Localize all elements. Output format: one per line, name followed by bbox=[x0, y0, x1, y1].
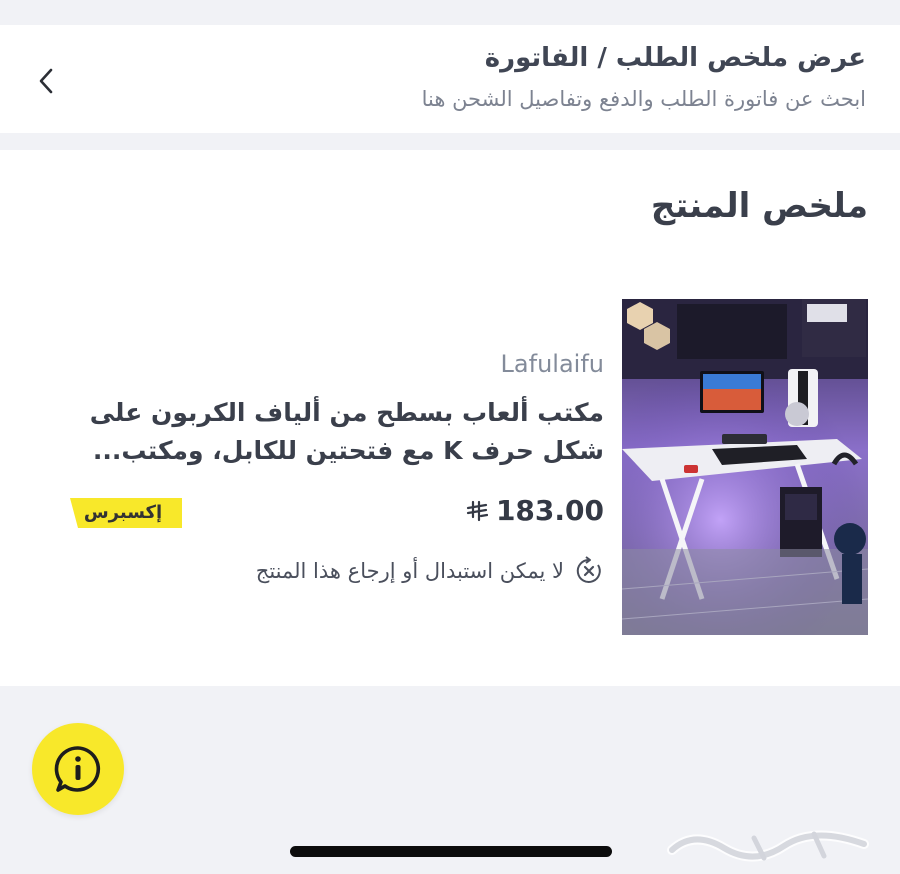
back-button[interactable] bbox=[28, 63, 64, 99]
product-brand[interactable]: Lafulaifu bbox=[501, 350, 604, 378]
express-badge-label: إكسبرس bbox=[83, 502, 163, 523]
help-button[interactable] bbox=[32, 723, 124, 815]
watermark-logo bbox=[667, 830, 869, 862]
home-indicator bbox=[290, 846, 612, 857]
riyal-symbol-icon bbox=[466, 500, 488, 521]
product-summary-section: ملخص المنتج Lafulaifu مكتب ألعاب بسطح من… bbox=[0, 150, 900, 686]
no-return-icon bbox=[576, 556, 601, 583]
header: عرض ملخص الطلب / الفاتورة ابحث عن فاتورة… bbox=[0, 25, 900, 133]
express-badge: إكسبرس bbox=[64, 498, 182, 528]
product-price: 183.00 bbox=[495, 494, 604, 527]
chevron-left-icon bbox=[39, 68, 53, 94]
section-title: ملخص المنتج bbox=[650, 186, 868, 226]
return-policy-text: لا يمكن استبدال أو إرجاع هذا المنتج bbox=[255, 559, 564, 583]
price-row: 183.00 bbox=[466, 494, 604, 527]
product-image[interactable] bbox=[622, 299, 868, 635]
product-name[interactable]: مكتب ألعاب بسطح من ألياف الكربون على شكل… bbox=[44, 394, 604, 470]
info-chat-icon bbox=[54, 746, 101, 792]
order-summary-screen: عرض ملخص الطلب / الفاتورة ابحث عن فاتورة… bbox=[0, 0, 900, 874]
return-policy: لا يمكن استبدال أو إرجاع هذا المنتج bbox=[256, 556, 604, 586]
page-title: عرض ملخص الطلب / الفاتورة bbox=[484, 43, 866, 73]
page-subtitle: ابحث عن فاتورة الطلب والدفع وتفاصيل الشح… bbox=[421, 87, 866, 111]
